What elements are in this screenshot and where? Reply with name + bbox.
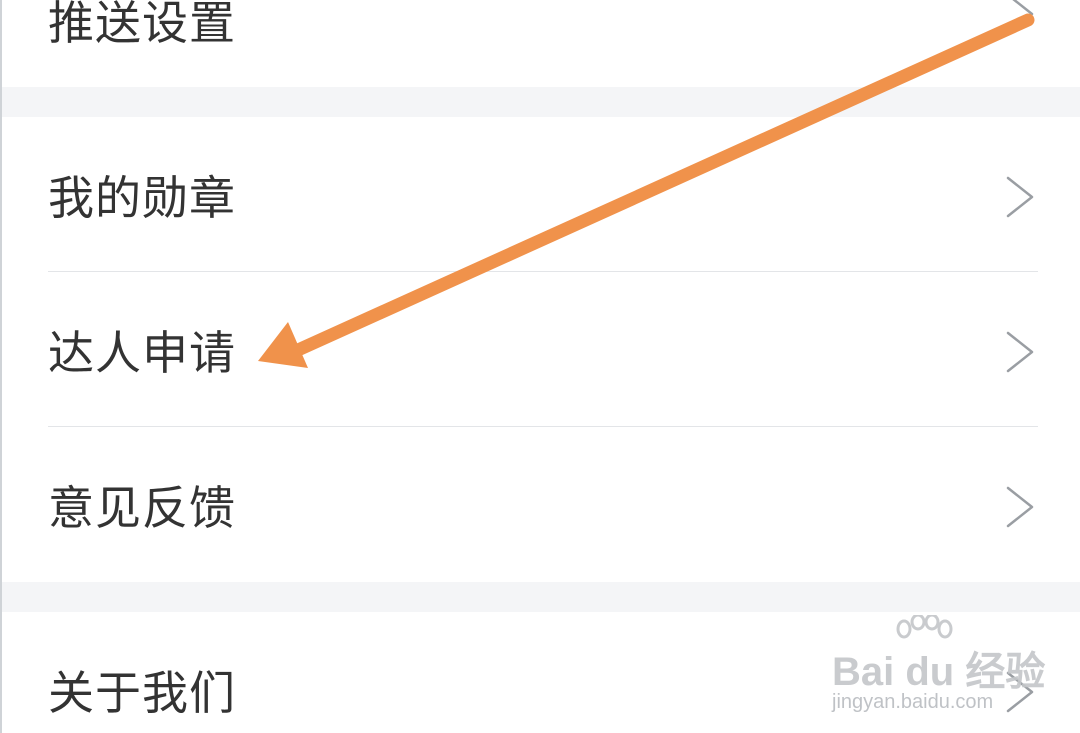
menu-item-expert-application[interactable]: 达人申请 bbox=[2, 272, 1080, 427]
section-separator bbox=[2, 582, 1080, 612]
chevron-right-icon bbox=[1006, 331, 1034, 373]
menu-item-label: 达人申请 bbox=[48, 326, 236, 380]
chevron-right-icon bbox=[1006, 176, 1034, 218]
menu-item-label: 关于我们 bbox=[48, 666, 236, 720]
chevron-right-icon bbox=[1006, 0, 1034, 35]
menu-item-label: 意见反馈 bbox=[48, 481, 236, 535]
settings-page: 推送设置 我的勋章 达人申请 意见反馈 关于我们 Bai du 经验 jingy… bbox=[0, 0, 1080, 733]
watermark-brand: Bai du 经验 bbox=[832, 650, 1046, 694]
menu-item-feedback[interactable]: 意见反馈 bbox=[2, 427, 1080, 582]
watermark-url: jingyan.baidu.com bbox=[832, 691, 994, 713]
menu-item-my-medals[interactable]: 我的勋章 bbox=[2, 117, 1080, 272]
chevron-right-icon bbox=[1006, 486, 1034, 528]
menu-item-label: 我的勋章 bbox=[48, 171, 236, 225]
baidu-jingyan-watermark: Bai du 经验 jingyan.baidu.com bbox=[832, 615, 1052, 715]
section-separator bbox=[2, 87, 1080, 117]
menu-item-label: 推送设置 bbox=[48, 0, 236, 50]
menu-item-push-settings[interactable]: 推送设置 bbox=[2, 0, 1080, 87]
